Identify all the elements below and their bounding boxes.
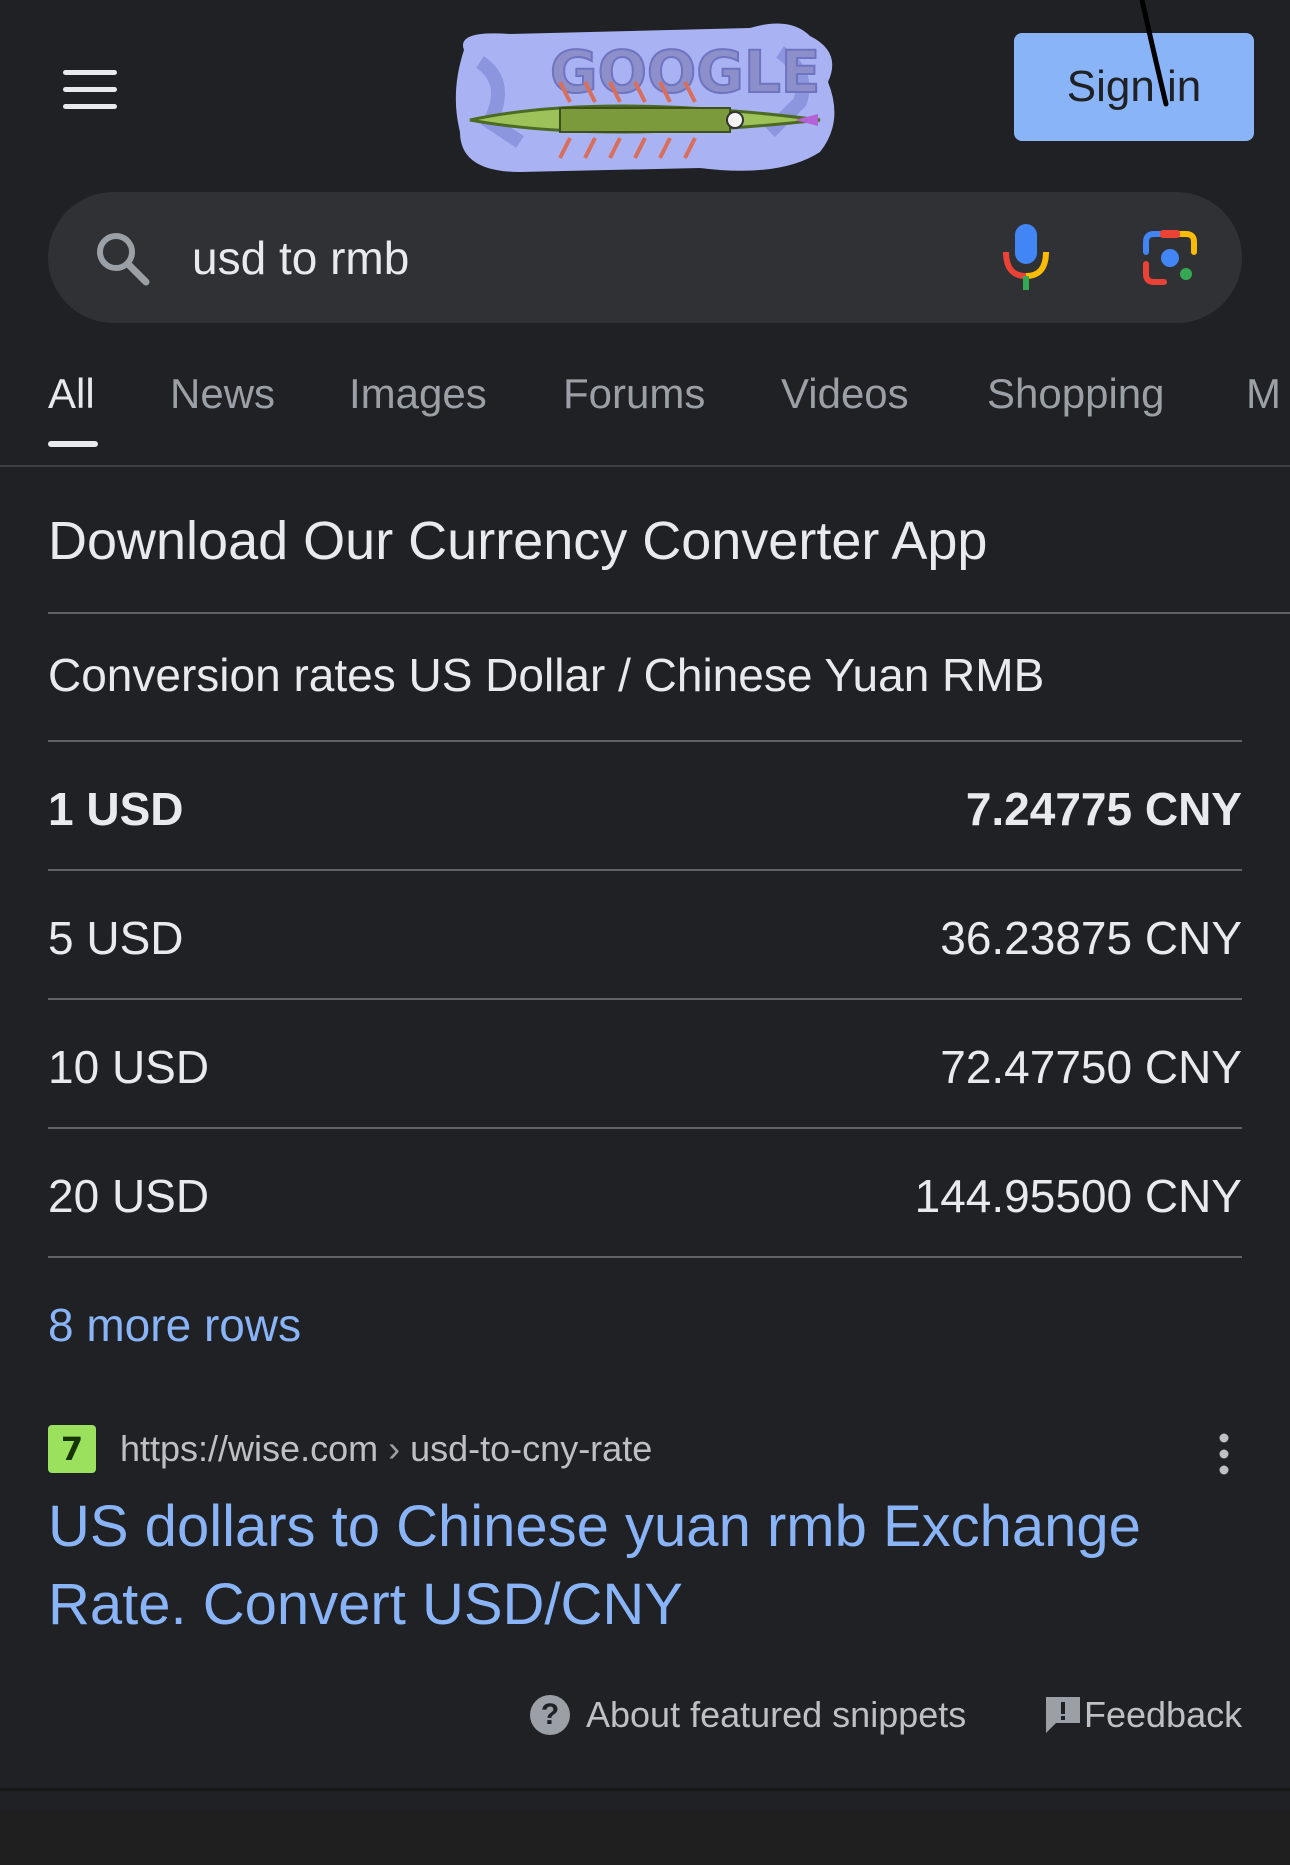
table-cell-usd: 10 USD [48,1041,210,1093]
search-icon [97,233,150,286]
divider [48,740,1242,742]
result-title-link[interactable]: US dollars to Chinese yuan rmb Exchange … [48,1488,1248,1644]
tabs-divider [0,465,1290,467]
tab-images[interactable]: Images [349,370,487,418]
table-cell-cny: 36.23875 CNY [940,912,1242,964]
search-tabs: All News Images Forums Videos Shopping M [0,370,1290,460]
tab-videos[interactable]: Videos [781,370,909,418]
tab-more[interactable]: M [1246,370,1281,418]
table-cell-cny: 144.95500 CNY [914,1170,1242,1222]
about-label: About featured snippets [586,1694,967,1735]
hamburger-menu-icon[interactable] [58,70,122,118]
divider [48,869,1242,871]
feedback-link[interactable]: Feedback [1044,1690,1242,1740]
table-cell-cny: 7.24775 CNY [965,783,1242,835]
table-cell-usd: 20 USD [48,1170,210,1222]
source-path: usd-to-cny-rate [410,1428,653,1469]
tab-news[interactable]: News [170,370,275,418]
table-caption: Conversion rates US Dollar / Chinese Yua… [48,649,1045,701]
section-divider [0,1788,1290,1791]
source-domain: https://wise.com [120,1428,379,1469]
tab-shopping[interactable]: Shopping [987,370,1165,418]
divider [48,612,1290,614]
mic-icon[interactable] [1000,222,1052,294]
table-cell-usd: 5 USD [48,912,184,964]
tab-forums[interactable]: Forums [563,370,705,418]
more-rows-link[interactable]: 8 more rows [48,1298,301,1352]
divider [48,998,1242,1000]
source-url[interactable]: https://wise.com › usd-to-cny-rate [120,1428,652,1470]
google-doodle[interactable]: GOOGLE [450,22,844,178]
next-result-area [0,1810,1290,1865]
google-lens-icon[interactable] [1140,228,1200,288]
active-tab-indicator [48,441,98,447]
table-cell-usd: 1 USD [48,783,184,835]
divider [48,1256,1242,1258]
feedback-icon [1046,1697,1080,1733]
help-icon: ? [530,1695,570,1735]
table-cell-cny: 72.47750 CNY [940,1041,1242,1093]
tab-all[interactable]: All [48,370,95,418]
snippet-heading: Download Our Currency Converter App [48,511,988,571]
divider [48,1127,1242,1129]
wise-favicon: 7 [48,1425,96,1473]
feedback-label: Feedback [1084,1694,1243,1735]
breadcrumb-separator: › [388,1428,401,1469]
about-featured-snippets-link[interactable]: ? About featured snippets [530,1690,966,1740]
favicon-glyph: 7 [60,1430,84,1468]
sign-in-button[interactable]: Sign in [1014,33,1254,141]
search-input[interactable]: usd to rmb [192,228,409,288]
more-options-icon[interactable] [1210,1432,1238,1476]
